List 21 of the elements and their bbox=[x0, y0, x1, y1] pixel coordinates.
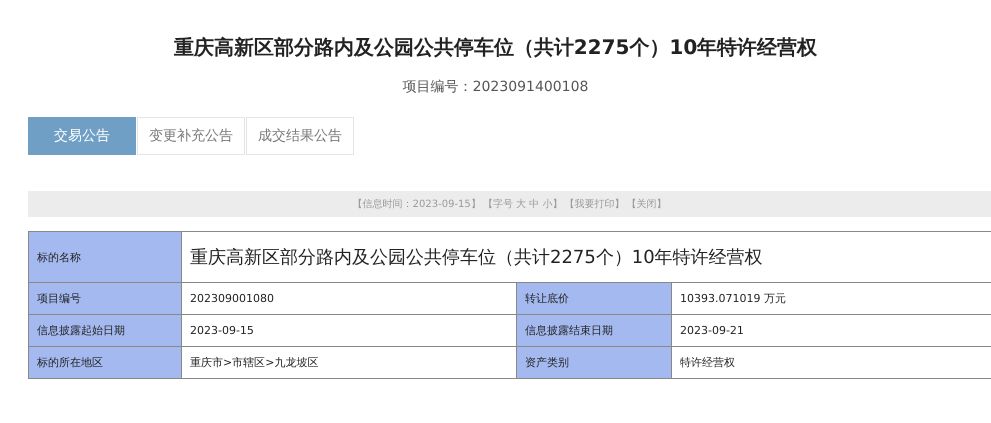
project-number: 2023091400108 bbox=[472, 79, 588, 95]
value-cell: 重庆市>市辖区>九龙坡区 bbox=[182, 346, 516, 378]
label-cell: 标的名称 bbox=[28, 232, 182, 282]
value-cell: 202309001080 bbox=[182, 282, 516, 314]
value-cell: 2023-09-15 bbox=[182, 314, 516, 346]
label-cell: 转让底价 bbox=[516, 282, 672, 314]
info-item[interactable]: 【信息时间：2023-09-15】 bbox=[352, 197, 481, 211]
tab[interactable]: 交易公告 bbox=[28, 117, 136, 155]
value-cell: 重庆高新区部分路内及公园公共停车位（共计2275个）10年特许经营权 bbox=[182, 232, 991, 282]
tab[interactable]: 变更补充公告 bbox=[137, 117, 245, 155]
page-title: 重庆高新区部分路内及公园公共停车位（共计2275个）10年特许经营权 bbox=[172, 34, 818, 60]
label-cell: 标的所在地区 bbox=[28, 346, 182, 378]
info-item[interactable]: 【字号 大 中 小】 bbox=[482, 197, 562, 211]
tab[interactable]: 成交结果公告 bbox=[246, 117, 354, 155]
label-cell: 信息披露结束日期 bbox=[516, 314, 672, 346]
label-cell: 项目编号 bbox=[28, 282, 182, 314]
info-item[interactable]: 【我要打印】 bbox=[564, 197, 624, 211]
label-cell: 信息披露起始日期 bbox=[28, 314, 182, 346]
project-number-label: 项目编号： bbox=[402, 79, 473, 95]
info-item[interactable]: 【关闭】 bbox=[626, 197, 666, 211]
label-cell: 资产类别 bbox=[516, 346, 672, 378]
